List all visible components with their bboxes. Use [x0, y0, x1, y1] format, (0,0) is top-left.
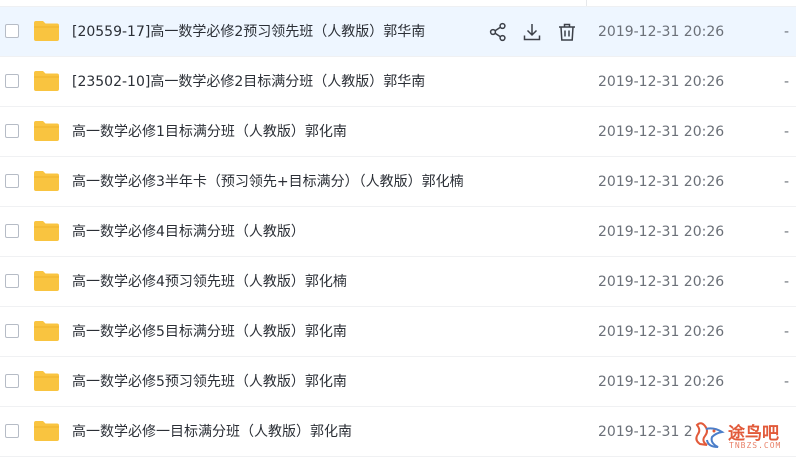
row-checkbox[interactable]	[5, 74, 19, 88]
file-size: -	[784, 374, 790, 390]
file-row[interactable]: 高一数学必修5预习领先班（人教版）郭化南 2019-12-31 20:26 -	[0, 357, 796, 407]
folder-icon	[34, 71, 59, 91]
modified-date: 2019-12-31 20:26	[598, 324, 725, 340]
folder-icon	[34, 121, 59, 141]
folder-icon	[34, 421, 59, 441]
row-checkbox[interactable]	[5, 424, 19, 438]
row-checkbox[interactable]	[5, 24, 19, 38]
row-checkbox[interactable]	[5, 124, 19, 138]
folder-icon	[34, 321, 59, 341]
file-size: -	[784, 74, 790, 90]
file-row[interactable]: 高一数学必修一目标满分班（人教版）郭化南 2019-12-31 2	[0, 407, 796, 457]
file-row[interactable]: 高一数学必修4预习领先班（人教版）郭化楠 2019-12-31 20:26 -	[0, 257, 796, 307]
watermark: 途鸟吧 TNBZS.COM	[692, 417, 792, 453]
column-divider	[586, 0, 587, 6]
file-row[interactable]: [20559-17]高一数学必修2预习领先班（人教版）郭华南 2019-12-3…	[0, 7, 796, 57]
file-name[interactable]: [23502-10]高一数学必修2目标满分班（人教版）郭华南	[72, 57, 425, 107]
folder-icon	[34, 271, 59, 291]
row-checkbox[interactable]	[5, 224, 19, 238]
file-list: [20559-17]高一数学必修2预习领先班（人教版）郭华南 2019-12-3…	[0, 7, 796, 457]
delete-icon[interactable]	[556, 21, 578, 43]
file-size: -	[784, 224, 790, 240]
file-name[interactable]: [20559-17]高一数学必修2预习领先班（人教版）郭华南	[72, 7, 425, 57]
file-name[interactable]: 高一数学必修4预习领先班（人教版）郭化楠	[72, 257, 347, 307]
file-size: -	[784, 274, 790, 290]
file-name[interactable]: 高一数学必修一目标满分班（人教版）郭化南	[72, 407, 352, 457]
list-header-edge	[0, 0, 796, 7]
modified-date: 2019-12-31 20:26	[598, 24, 725, 40]
file-size: -	[784, 324, 790, 340]
download-icon[interactable]	[521, 21, 543, 43]
modified-date: 2019-12-31 20:26	[598, 74, 725, 90]
file-row[interactable]: [23502-10]高一数学必修2目标满分班（人教版）郭华南 2019-12-3…	[0, 57, 796, 107]
file-name[interactable]: 高一数学必修1目标满分班（人教版）郭化南	[72, 107, 347, 157]
file-row[interactable]: 高一数学必修5目标满分班（人教版）郭化南 2019-12-31 20:26 -	[0, 307, 796, 357]
row-checkbox[interactable]	[5, 174, 19, 188]
folder-icon	[34, 221, 59, 241]
file-size: -	[784, 24, 790, 40]
modified-date: 2019-12-31 2	[598, 424, 693, 440]
folder-icon	[34, 21, 59, 41]
file-name[interactable]: 高一数学必修4目标满分班（人教版）	[72, 207, 305, 257]
row-checkbox[interactable]	[5, 324, 19, 338]
file-size: -	[784, 174, 790, 190]
watermark-subtext: TNBZS.COM	[729, 441, 782, 450]
modified-date: 2019-12-31 20:26	[598, 374, 725, 390]
file-row[interactable]: 高一数学必修4目标满分班（人教版） 2019-12-31 20:26 -	[0, 207, 796, 257]
row-checkbox[interactable]	[5, 274, 19, 288]
file-row[interactable]: 高一数学必修1目标满分班（人教版）郭化南 2019-12-31 20:26 -	[0, 107, 796, 157]
file-size: -	[784, 124, 790, 140]
share-icon[interactable]	[487, 21, 509, 43]
modified-date: 2019-12-31 20:26	[598, 124, 725, 140]
folder-icon	[34, 171, 59, 191]
file-name[interactable]: 高一数学必修3半年卡（预习领先+目标满分）（人教版）郭化楠	[72, 157, 464, 207]
modified-date: 2019-12-31 20:26	[598, 224, 725, 240]
modified-date: 2019-12-31 20:26	[598, 274, 725, 290]
modified-date: 2019-12-31 20:26	[598, 174, 725, 190]
row-checkbox[interactable]	[5, 374, 19, 388]
bird-logo-icon	[695, 422, 725, 448]
file-row[interactable]: 高一数学必修3半年卡（预习领先+目标满分）（人教版）郭化楠 2019-12-31…	[0, 157, 796, 207]
folder-icon	[34, 371, 59, 391]
file-name[interactable]: 高一数学必修5目标满分班（人教版）郭化南	[72, 307, 347, 357]
file-name[interactable]: 高一数学必修5预习领先班（人教版）郭化南	[72, 357, 347, 407]
